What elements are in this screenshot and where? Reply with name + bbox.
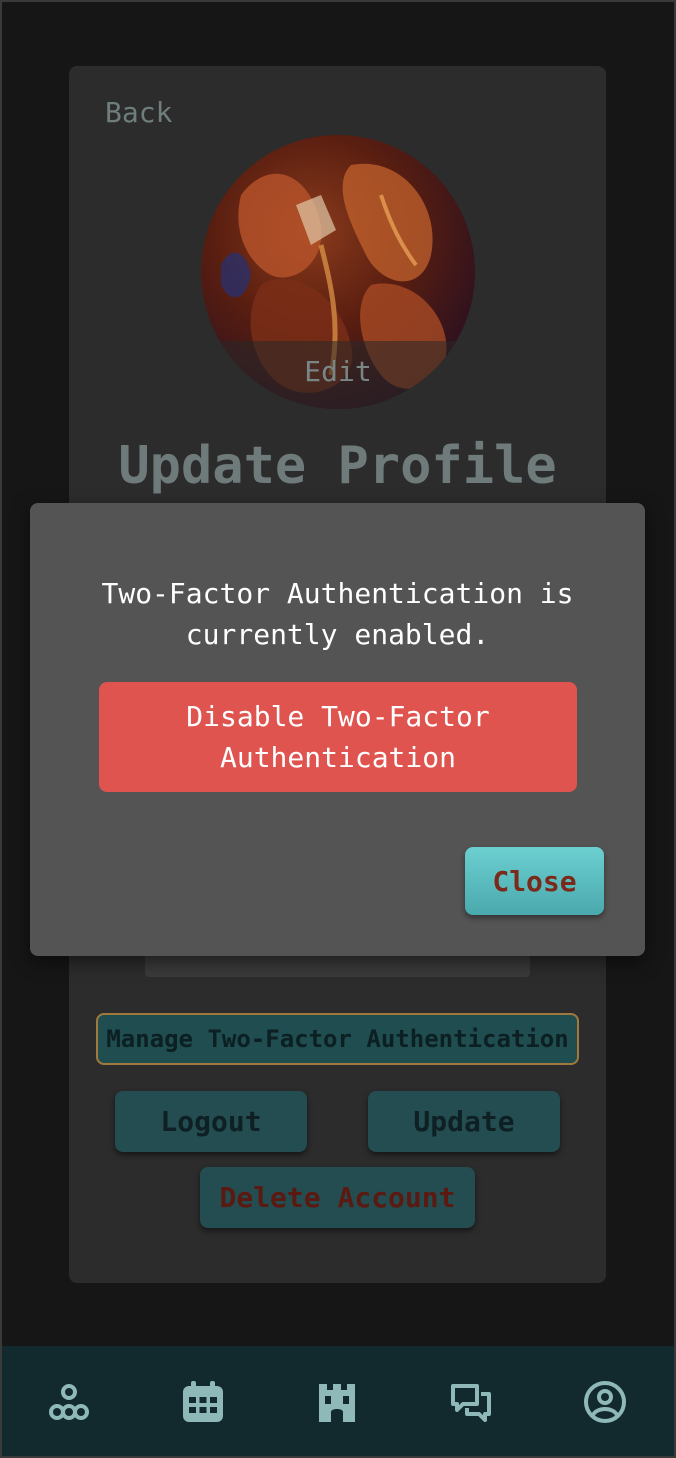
- calendar-icon[interactable]: [181, 1380, 225, 1424]
- chat-icon[interactable]: [449, 1380, 493, 1424]
- two-factor-modal: Two-Factor Authentication is currently e…: [30, 503, 645, 956]
- page-title: Update Profile: [118, 436, 557, 496]
- logout-button[interactable]: Logout: [115, 1091, 307, 1152]
- avatar-edit-button[interactable]: Edit: [201, 355, 475, 388]
- castle-icon[interactable]: [315, 1380, 359, 1424]
- close-modal-button[interactable]: Close: [465, 847, 604, 915]
- manage-2fa-button[interactable]: Manage Two-Factor Authentication: [96, 1013, 579, 1065]
- update-button[interactable]: Update: [368, 1091, 560, 1152]
- back-button[interactable]: Back: [105, 96, 172, 129]
- avatar[interactable]: Edit: [201, 135, 475, 409]
- delete-account-button[interactable]: Delete Account: [200, 1167, 475, 1228]
- disable-2fa-button[interactable]: Disable Two-Factor Authentication: [99, 682, 577, 792]
- user-circle-icon[interactable]: [583, 1380, 627, 1424]
- modal-message: Two-Factor Authentication is currently e…: [101, 577, 574, 651]
- nodes-icon[interactable]: [47, 1380, 91, 1424]
